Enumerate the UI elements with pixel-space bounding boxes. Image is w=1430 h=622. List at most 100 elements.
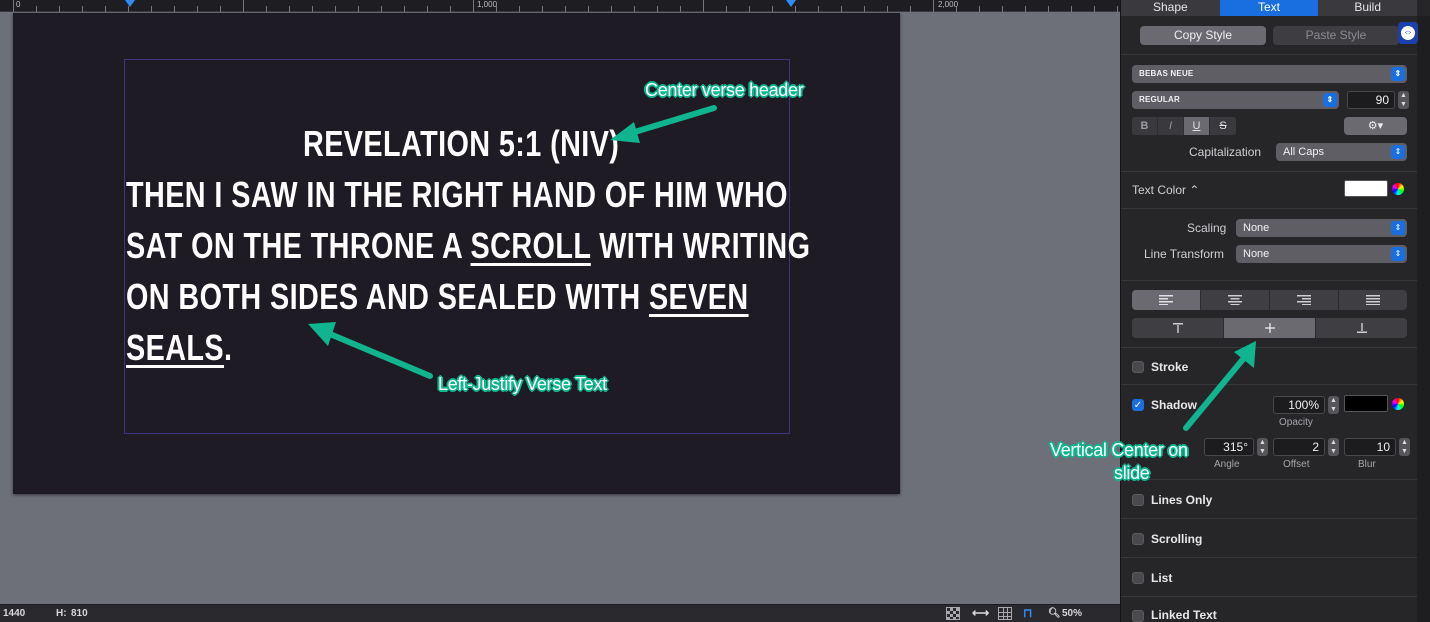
scaling-value: None [1243,222,1270,234]
justify-icon [1366,295,1380,305]
bold-button[interactable]: B [1132,117,1158,135]
scaling-label: Scaling [1187,221,1227,235]
chevron-updown-icon: ⇕ [1391,67,1405,81]
align-right-icon [1297,295,1311,305]
text-color-label: Text Color ⌃ [1132,183,1200,197]
align-middle-button[interactable] [1224,318,1316,338]
scaling-select[interactable]: None ⇕ [1236,219,1407,237]
shadow-checkbox[interactable]: ✓ [1132,399,1144,411]
annotation-vertical-center: Vertical Center on [1050,440,1188,460]
font-family-value: BEBAS NEUE [1139,69,1194,78]
tab-build[interactable]: Build [1318,0,1417,16]
color-wheel-icon[interactable] [1392,398,1404,410]
align-top-button[interactable] [1132,318,1224,338]
vertical-alignment-control [1132,318,1407,338]
strikethrough-button[interactable]: S [1210,117,1236,135]
align-center-button[interactable] [1201,290,1270,310]
text-options-gear-button[interactable]: ⚙▾ [1344,117,1407,135]
left-indent-marker[interactable] [125,0,135,7]
underlined-word: SEVEN [648,276,749,317]
chevron-updown-icon: ⇕ [1391,247,1405,261]
underlined-word: SEALS [126,327,225,368]
shadow-opacity-stepper[interactable]: ▲ ▼ [1328,396,1339,414]
verse-line: SEALS. [126,328,232,368]
font-family-select[interactable]: BEBAS NEUE ⇕ [1132,65,1407,83]
linked-text-checkbox[interactable] [1132,610,1144,622]
verse-line: ON BOTH SIDES AND SEALED WITH SEVEN [126,277,749,317]
inspector-tabs: Shape Text Build [1121,0,1417,16]
shadow-offset-stepper[interactable]: ▲ ▼ [1328,438,1339,456]
divider [1121,557,1417,558]
inspector-panel: Shape Text Build Copy Style Paste Style … [1120,0,1430,622]
align-bottom-button[interactable] [1316,318,1407,338]
divider [1121,54,1417,55]
grid-icon[interactable] [998,607,1012,620]
shadow-angle-input[interactable]: 315° [1204,438,1254,456]
ruler-tick [703,0,704,12]
capitalization-label: Capitalization [1189,145,1262,159]
line-transform-select[interactable]: None ⇕ [1236,245,1407,263]
capitalization-value: All Caps [1283,146,1324,158]
verse-text: SAT ON THE THRONE A [126,225,471,266]
line-transform-value: None [1243,248,1270,260]
width-readout: 1440 [3,608,26,619]
ruler-label: 0 [16,0,21,9]
copy-style-button[interactable]: Copy Style [1140,26,1266,45]
list-checkbox[interactable] [1132,572,1144,584]
lines-only-checkbox[interactable] [1132,494,1144,506]
paste-style-button[interactable]: Paste Style [1273,26,1399,45]
divider [1121,384,1417,385]
shadow-color-swatch[interactable] [1344,395,1388,412]
justify-button[interactable] [1339,290,1407,310]
capitalization-select[interactable]: All Caps ⇕ [1276,143,1407,161]
status-bar: 1440 H: 810 ⟷ ⊓ 🔍︎ 50% [0,604,1120,622]
opacity-label: Opacity [1279,417,1313,428]
annotation-left-justify: Left-Justify Verse Text [438,374,607,394]
tab-shape[interactable]: Shape [1121,0,1220,16]
zoom-icon[interactable]: 🔍︎ [1048,608,1061,619]
ruler-tick [473,0,474,12]
fit-width-icon[interactable]: ⟷ [972,606,989,620]
align-top-icon [1172,323,1183,333]
underlined-word: SCROLL [470,225,591,266]
font-style-select[interactable]: REGULAR ⇕ [1132,91,1339,109]
shadow-angle-stepper[interactable]: ▲ ▼ [1257,438,1268,456]
blur-label: Blur [1358,459,1376,470]
divider [1121,596,1417,597]
line-transform-label: Line Transform [1144,247,1225,261]
inspector-scrollbar[interactable] [1417,16,1430,622]
arrows-icon: ⇔ [1401,26,1415,40]
color-wheel-icon[interactable] [1392,183,1404,195]
italic-button[interactable]: I [1158,117,1184,135]
annotation-vertical-center-2: slide [1114,463,1150,483]
divider [1121,208,1417,209]
verse-text: WITH WRITING [590,225,811,266]
stroke-checkbox[interactable] [1132,361,1144,373]
verse-line: SAT ON THE THRONE A SCROLL WITH WRITING [126,226,810,266]
align-left-button[interactable] [1132,290,1201,310]
divider [1121,347,1417,348]
zoom-level[interactable]: 50% [1062,608,1082,619]
ruler-tick [933,0,934,12]
text-color-swatch[interactable] [1344,180,1388,197]
snap-icon[interactable]: ⊓ [1023,606,1032,620]
underline-button[interactable]: U [1184,117,1210,135]
remote-connection-icon[interactable]: ⇔ [1398,22,1418,44]
checkerboard-icon[interactable] [946,607,960,620]
verse-text: THEN I SAW IN THE RIGHT HAND OF HIM WHO [126,174,788,215]
horizontal-ruler[interactable]: 0 1,000 2,000 [0,0,1120,12]
shadow-blur-stepper[interactable]: ▲ ▼ [1399,438,1410,456]
shadow-opacity-input[interactable]: 100% [1273,396,1325,414]
shadow-blur-input[interactable]: 10 [1344,438,1396,456]
align-right-button[interactable] [1270,290,1339,310]
ruler-label: 1,000 [477,0,498,9]
canvas-area[interactable]: REVELATION 5:1 (NIV) THEN I SAW IN THE R… [0,12,1120,604]
tab-text[interactable]: Text [1219,0,1319,16]
divider [1121,479,1417,480]
divider [1121,280,1417,281]
shadow-offset-input[interactable]: 2 [1273,438,1325,456]
scrolling-checkbox[interactable] [1132,533,1144,545]
ruler-tick [243,0,244,12]
font-size-stepper[interactable]: ▲ ▼ [1398,91,1409,109]
font-size-input[interactable]: 90 [1347,91,1395,109]
